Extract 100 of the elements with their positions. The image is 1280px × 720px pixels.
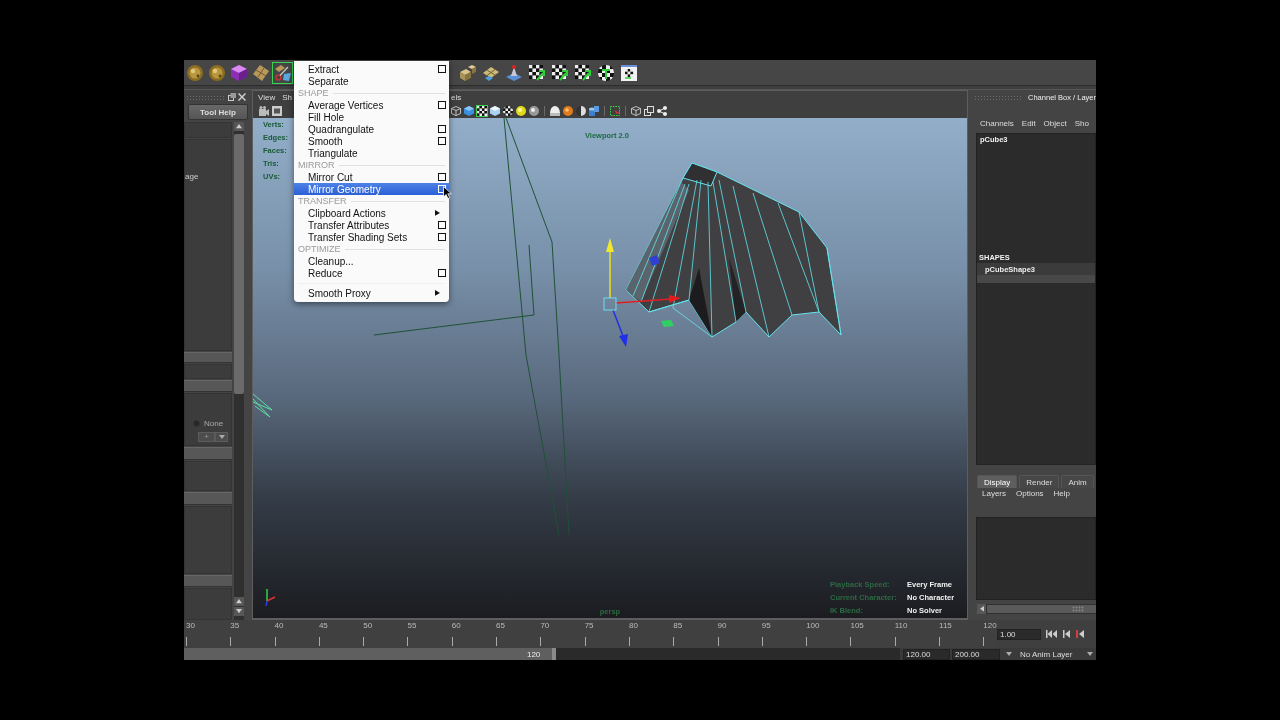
menu-item[interactable]: Transfer Shading Sets [294, 231, 449, 243]
frame-ruler[interactable]: 30 35 40 45 50 55 60 65 70 75 80 85 90 95 100 105 110 115 120 [184, 620, 997, 648]
scroll-left-button[interactable] [977, 604, 986, 614]
frame-number: 50 [363, 621, 373, 630]
menu-item[interactable]: Smooth Proxy [294, 287, 449, 299]
option-box-icon[interactable] [438, 65, 446, 73]
close-icon[interactable] [238, 93, 246, 101]
tab[interactable]: Render [1019, 475, 1060, 488]
option-box-icon[interactable] [438, 125, 446, 133]
skip-back-icon [1046, 630, 1057, 638]
step-back-button[interactable] [1062, 628, 1071, 640]
toolbar-button[interactable] [450, 105, 462, 117]
arrow-down-icon [236, 609, 242, 614]
tool-help-button[interactable]: Tool Help [188, 104, 248, 120]
sphere-icon [529, 106, 539, 116]
scrollbar[interactable] [234, 122, 244, 620]
toolbar-button[interactable] [271, 105, 283, 117]
tab[interactable]: Display [977, 475, 1018, 488]
setting-label: age [185, 172, 199, 182]
menu-section-label: SHAPE [298, 88, 329, 98]
menu-item[interactable]: Extract [294, 63, 449, 75]
scroll-up-button[interactable] [234, 597, 244, 606]
arrow-up-icon [236, 599, 242, 604]
frame-number: 100 [806, 621, 820, 630]
scrollbar[interactable] [977, 604, 1096, 614]
mesh-fragment [253, 393, 273, 418]
option-box-icon[interactable] [438, 137, 446, 145]
caret-down-icon[interactable] [1006, 652, 1012, 656]
tab[interactable]: Anim [1061, 475, 1094, 488]
toolbar-button[interactable] [528, 105, 540, 117]
checker-arrow-icon [575, 64, 591, 81]
frame-number: 80 [628, 621, 638, 630]
menu-item[interactable]: Smooth [294, 135, 449, 147]
toolbar-button[interactable] [643, 105, 655, 117]
option-box-icon[interactable] [438, 233, 446, 241]
option-box-icon[interactable] [438, 173, 446, 181]
dropdown-button[interactable] [215, 432, 228, 442]
option-box-icon[interactable] [438, 101, 446, 109]
scroll-up-button[interactable] [234, 122, 244, 131]
arrow-up-icon [236, 124, 242, 129]
menu-item[interactable]: Separate [294, 75, 449, 87]
frame-number: 105 [850, 621, 864, 630]
menu-item[interactable]: Help [1053, 489, 1071, 499]
key-back-icon [1076, 630, 1084, 638]
playback-end-field[interactable]: 120.00 [903, 648, 950, 660]
range-bar[interactable]: 120 [184, 648, 557, 660]
menu-item[interactable]: View [258, 92, 276, 103]
toolbar-button[interactable] [562, 105, 574, 117]
sphere-icon [186, 64, 203, 81]
toolbar-button[interactable] [575, 105, 587, 117]
menu-item[interactable]: Quadrangulate [294, 123, 449, 135]
checker-sphere-icon [598, 64, 614, 81]
radio-label: None [204, 418, 224, 428]
menu-item[interactable]: Channels [980, 119, 1014, 129]
menu-item[interactable]: Mirror Geometry [294, 183, 449, 195]
menu-item[interactable]: Object [1043, 119, 1067, 129]
toolbar-button[interactable] [588, 105, 600, 117]
range-slider[interactable]: 120 [184, 648, 900, 660]
menu-item[interactable]: Sh [282, 92, 292, 103]
menu-item[interactable]: Clipboard Actions [294, 207, 449, 219]
menu-item[interactable]: Sho [1074, 119, 1089, 129]
menu-item[interactable]: Options [1016, 489, 1044, 499]
toolbar-button[interactable] [549, 105, 561, 117]
menu-item[interactable]: Triangulate [294, 147, 449, 159]
menu-item[interactable]: Edit [1021, 119, 1036, 129]
toolbar-button[interactable] [656, 105, 668, 117]
toolbar-button[interactable] [515, 105, 527, 117]
scrollbar-thumb[interactable] [234, 134, 244, 394]
step-back-icon [1063, 630, 1070, 638]
menu-item[interactable]: Layers [982, 489, 1006, 499]
option-box-icon[interactable] [438, 269, 446, 277]
checker-arrow-icon [529, 64, 545, 81]
menu-section-label: OPTIMIZE [298, 244, 341, 254]
scroll-down-button[interactable] [234, 607, 244, 616]
frame-number: 85 [673, 621, 683, 630]
frame-number: 55 [407, 621, 417, 630]
menu-item[interactable]: Reduce [294, 267, 449, 279]
frame-number: 95 [761, 621, 771, 630]
frame-number: 30 [186, 621, 195, 630]
toolbar-button[interactable] [489, 105, 501, 117]
move-manipulator[interactable] [603, 238, 681, 347]
toolbar-button[interactable] [502, 105, 514, 117]
float-icon[interactable] [228, 93, 236, 101]
menu-item[interactable]: Mirror Cut [294, 171, 449, 183]
menu-item[interactable]: Transfer Attributes [294, 219, 449, 231]
animation-end-field[interactable]: 200.00 [952, 648, 1000, 660]
solid-cube-icon [464, 106, 474, 116]
skip-back-button[interactable] [1045, 628, 1058, 640]
anim-layer-dropdown[interactable]: No Anim Layer [1018, 648, 1096, 660]
menu-item[interactable]: els [451, 92, 462, 103]
wireframe-cube-icon [631, 106, 641, 116]
current-frame-field[interactable]: 1.00 [997, 628, 1041, 640]
menu-item[interactable]: Average Vertices [294, 99, 449, 111]
toolbar-button[interactable] [476, 105, 488, 117]
frame-number: 45 [318, 621, 328, 630]
menu-item[interactable]: Cleanup... [294, 255, 449, 267]
key-back-button[interactable] [1075, 628, 1085, 640]
caret-down-icon [218, 435, 225, 439]
polygon-mesh[interactable] [625, 162, 842, 338]
option-box-icon[interactable] [438, 221, 446, 229]
